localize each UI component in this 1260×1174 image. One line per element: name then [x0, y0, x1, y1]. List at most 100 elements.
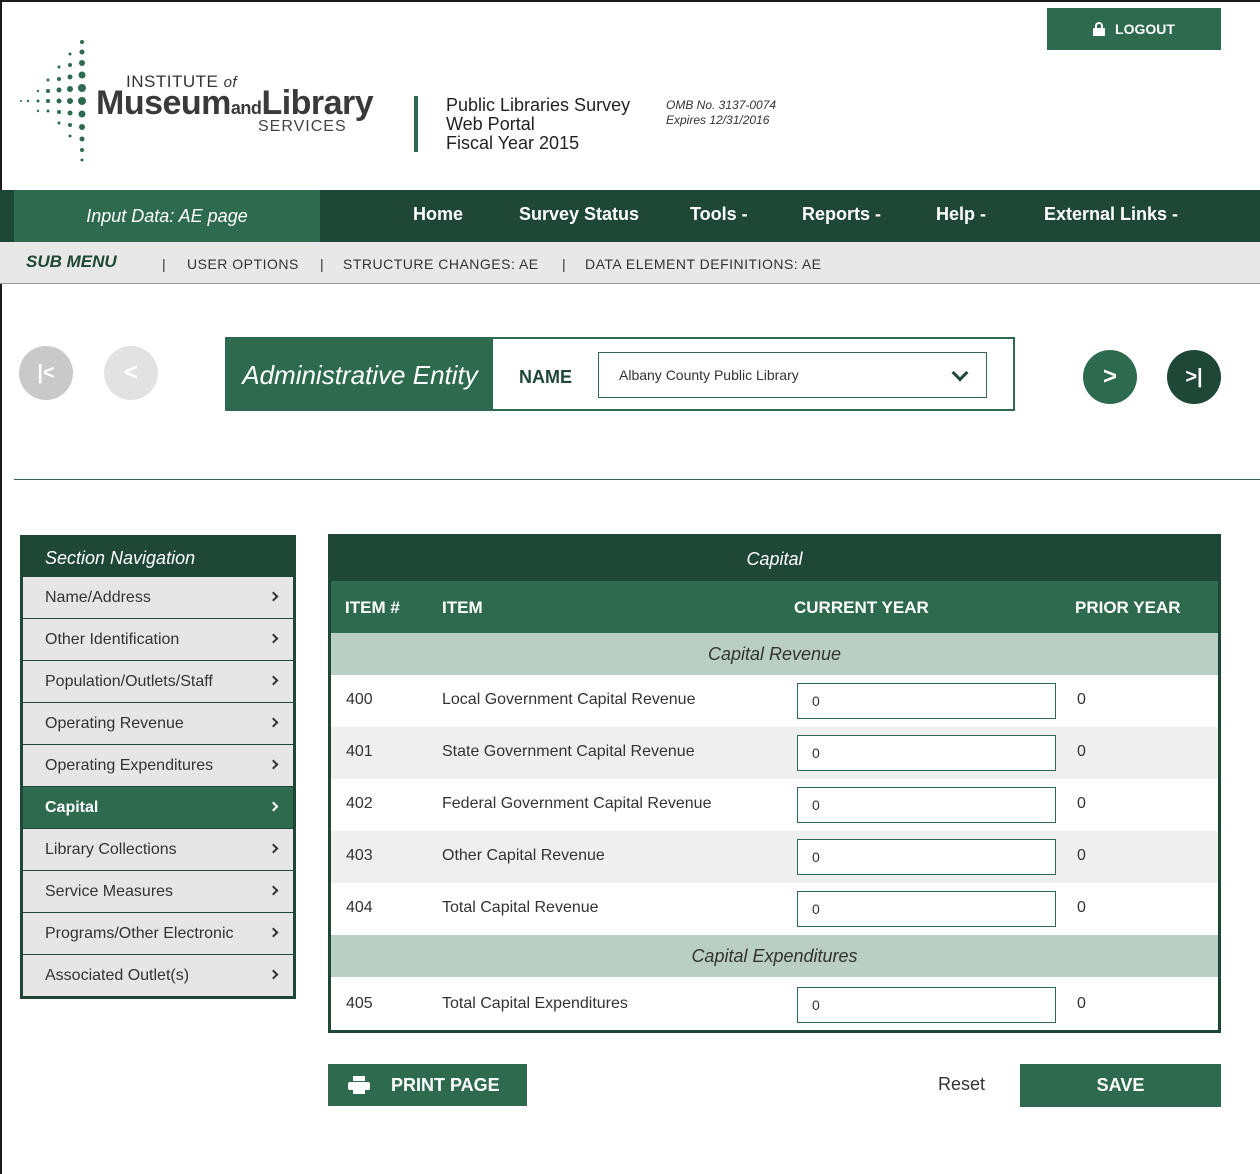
current-year-input[interactable]: [797, 891, 1056, 927]
section-nav-label: Service Measures: [45, 882, 174, 900]
title-divider: [414, 96, 418, 152]
col-current-year: CURRENT YEAR: [794, 598, 929, 617]
chevron-right-icon: [268, 801, 279, 812]
name-label: NAME: [519, 367, 572, 387]
chevron-right-icon: [268, 927, 279, 938]
reset-link[interactable]: Reset: [938, 1074, 985, 1095]
omb-notice: OMB No. 3137-0074 Expires 12/31/2016: [666, 98, 777, 127]
section-nav-label: Capital: [45, 798, 99, 816]
sub-menu-user-options[interactable]: USER OPTIONS: [187, 256, 299, 272]
prior-year-value: 0: [1077, 899, 1086, 916]
section-nav-label: Other Identification: [45, 630, 180, 648]
chevron-down-icon: [951, 364, 969, 382]
section-divider: [14, 479, 1260, 480]
item-number: 401: [346, 743, 373, 760]
sub-menu-separator: |: [562, 256, 566, 272]
chevron-right-icon: >: [1102, 363, 1117, 390]
section-nav-library-collections[interactable]: Library Collections: [23, 829, 293, 870]
entity-selector: Administrative Entity NAME Albany County…: [225, 337, 1015, 411]
section-nav-operating-revenue[interactable]: Operating Revenue: [23, 703, 293, 744]
group-capital-revenue: Capital Revenue: [331, 633, 1218, 675]
imls-logo[interactable]: INSTITUTE of MuseumandLibrary SERVICES: [18, 34, 378, 174]
last-entity-button[interactable]: >|: [1167, 350, 1221, 404]
section-nav-name-address[interactable]: Name/Address: [23, 577, 293, 618]
section-nav-capital[interactable]: Capital: [23, 787, 293, 828]
section-nav-programs-other-electronic[interactable]: Programs/Other Electronic: [23, 913, 293, 954]
sub-menu-label: SUB MENU: [26, 252, 117, 271]
section-nav-associated-outlets[interactable]: Associated Outlet(s): [23, 955, 293, 996]
table-row: 404 Total Capital Revenue 0: [331, 883, 1218, 935]
entity-name-dropdown[interactable]: Albany County Public Library: [598, 352, 987, 398]
printer-icon: [348, 1076, 370, 1094]
last-icon: >|: [1185, 365, 1203, 388]
current-year-input[interactable]: [797, 735, 1056, 771]
item-number: 404: [346, 899, 373, 916]
item-label: Total Capital Revenue: [442, 899, 599, 916]
section-nav-label: Population/Outlets/Staff: [45, 672, 213, 690]
entity-title: Administrative Entity: [227, 339, 493, 411]
chevron-right-icon: [268, 633, 279, 644]
section-navigation: Section Navigation Name/Address Other Id…: [20, 535, 296, 999]
section-nav-label: Programs/Other Electronic: [45, 924, 234, 942]
first-icon: |<: [37, 361, 55, 384]
item-number: 405: [346, 995, 373, 1012]
current-year-input[interactable]: [797, 987, 1056, 1023]
chevron-right-icon: [268, 591, 279, 602]
sub-menu-data-element-definitions[interactable]: DATA ELEMENT DEFINITIONS: AE: [585, 256, 822, 272]
section-nav-service-measures[interactable]: Service Measures: [23, 871, 293, 912]
table-row: 403 Other Capital Revenue 0: [331, 831, 1218, 883]
group-capital-expenditures: Capital Expenditures: [331, 935, 1218, 977]
logout-button[interactable]: LOGOUT: [1047, 8, 1221, 50]
chevron-right-icon: [268, 717, 279, 728]
logo-services-text: SERVICES: [258, 118, 347, 135]
nav-external-links[interactable]: External Links -: [1044, 190, 1178, 238]
prior-year-value: 0: [1077, 847, 1086, 864]
chevron-right-icon: [268, 843, 279, 854]
table-row: 401 State Government Capital Revenue 0: [331, 727, 1218, 779]
current-page-label: Input Data: AE page: [14, 190, 320, 242]
chevron-left-icon: <: [123, 359, 138, 386]
current-year-input[interactable]: [797, 683, 1056, 719]
nav-survey-status[interactable]: Survey Status: [519, 190, 639, 238]
print-page-button[interactable]: PRINT PAGE: [328, 1064, 527, 1106]
sub-menu-separator: |: [320, 256, 324, 272]
prior-year-value: 0: [1077, 743, 1086, 760]
save-button[interactable]: SAVE: [1020, 1064, 1221, 1107]
nav-help[interactable]: Help -: [936, 190, 986, 238]
main-navbar: Input Data: AE page Home Survey Status T…: [0, 190, 1260, 242]
table-row: 402 Federal Government Capital Revenue 0: [331, 779, 1218, 831]
print-page-label: PRINT PAGE: [391, 1075, 500, 1095]
logo-starburst-icon: [20, 40, 86, 162]
logout-label: LOGOUT: [1115, 21, 1175, 37]
section-nav-population-outlets-staff[interactable]: Population/Outlets/Staff: [23, 661, 293, 702]
section-nav-operating-expenditures[interactable]: Operating Expenditures: [23, 745, 293, 786]
sub-menu-structure-changes[interactable]: STRUCTURE CHANGES: AE: [343, 256, 539, 272]
nav-tools[interactable]: Tools -: [690, 190, 748, 238]
capital-table: Capital ITEM # ITEM CURRENT YEAR PRIOR Y…: [328, 534, 1221, 1033]
chevron-right-icon: [268, 759, 279, 770]
section-nav-label: Operating Expenditures: [45, 756, 214, 774]
section-nav-label: Name/Address: [45, 588, 151, 606]
col-item-number: ITEM #: [345, 598, 400, 617]
chevron-right-icon: [268, 675, 279, 686]
section-nav-other-identification[interactable]: Other Identification: [23, 619, 293, 660]
next-entity-button[interactable]: >: [1083, 350, 1137, 404]
previous-entity-button[interactable]: <: [104, 346, 158, 400]
item-label: Other Capital Revenue: [442, 847, 605, 864]
capital-title: Capital: [331, 537, 1218, 581]
nav-home[interactable]: Home: [413, 190, 463, 238]
item-label: Total Capital Expenditures: [442, 995, 628, 1012]
first-entity-button[interactable]: |<: [19, 346, 73, 400]
item-number: 402: [346, 795, 373, 812]
item-label: Local Government Capital Revenue: [442, 691, 696, 708]
prior-year-value: 0: [1077, 995, 1086, 1012]
prior-year-value: 0: [1077, 691, 1086, 708]
table-row: 400 Local Government Capital Revenue 0: [331, 675, 1218, 727]
lock-icon: [1093, 22, 1106, 36]
current-year-input[interactable]: [797, 787, 1056, 823]
nav-reports[interactable]: Reports -: [802, 190, 881, 238]
table-header: ITEM # ITEM CURRENT YEAR PRIOR YEAR: [331, 581, 1218, 633]
current-year-input[interactable]: [797, 839, 1056, 875]
item-label: State Government Capital Revenue: [442, 743, 695, 760]
table-row: 405 Total Capital Expenditures 0: [331, 979, 1218, 1031]
